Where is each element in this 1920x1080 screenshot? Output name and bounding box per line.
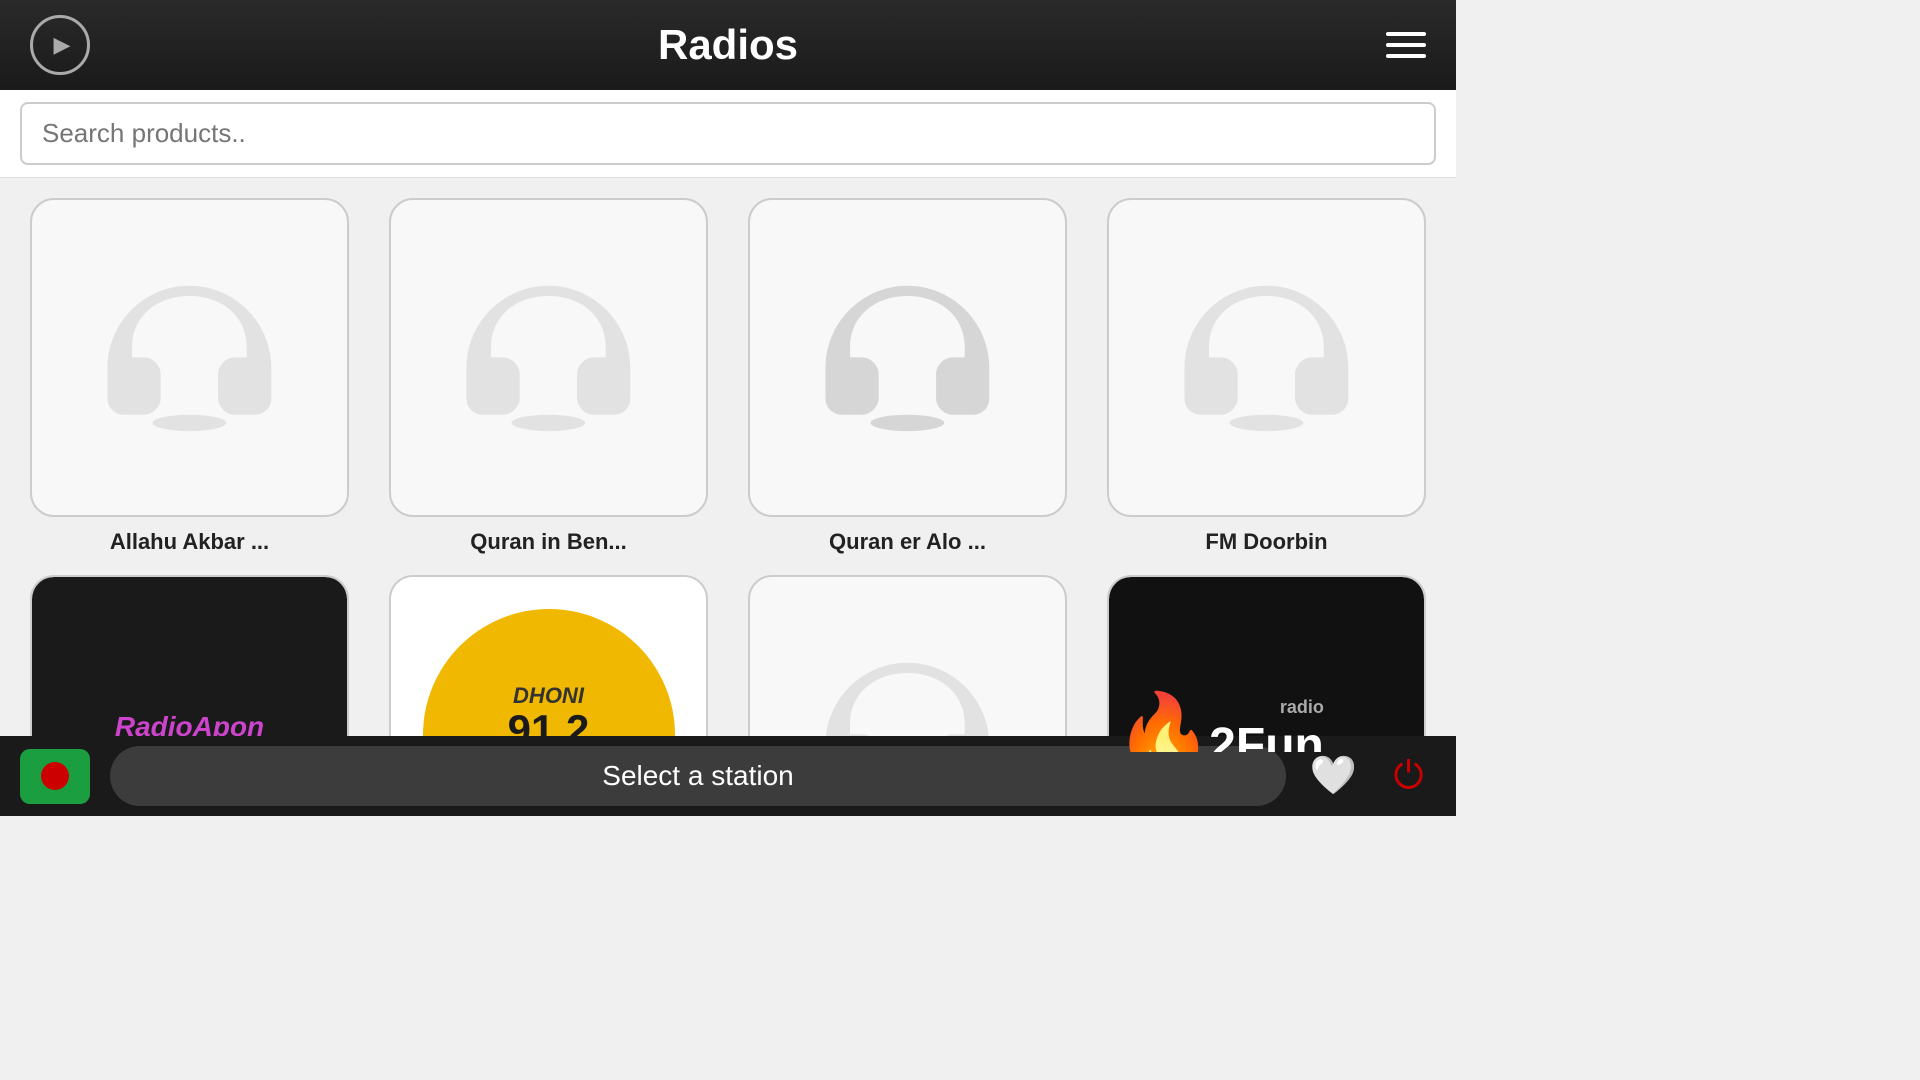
- 2fun-logo-text: radio2Fun: [1209, 697, 1324, 753]
- station-label: Quran in Ben...: [470, 529, 626, 555]
- station-grid: Allahu Akbar ... Quran in Ben... Quran e…: [0, 178, 1456, 752]
- station-fm-2fun[interactable]: 🔥 radio2Fun FM 2Fun: [1107, 575, 1426, 752]
- flag-circle: [41, 762, 69, 790]
- power-button[interactable]: ⏻: [1381, 749, 1436, 804]
- headphone-icon: [1164, 255, 1369, 460]
- station-quran-alo[interactable]: Quran er Alo ...: [748, 198, 1067, 555]
- station-dhoni[interactable]: DHONI 91.2 fm ਸੁਣੋ ਦਿਲ ਦੀ ਗੱਲ Dhoni 91.2…: [389, 575, 708, 752]
- headphone-icon: [805, 632, 1010, 752]
- station-image-online-gaan: [748, 575, 1067, 752]
- dhoni-logo: DHONI 91.2 fm ਸੁਣੋ ਦਿਲ ਦੀ ਗੱਲ: [423, 609, 675, 753]
- flame-icon: 🔥: [1114, 688, 1214, 753]
- headphone-icon: [805, 255, 1010, 460]
- station-image-dhoni: DHONI 91.2 fm ਸੁਣੋ ਦਿਲ ਦੀ ਗੱਲ: [389, 575, 708, 752]
- search-input[interactable]: [20, 102, 1436, 165]
- heart-icon: 🤍: [1310, 754, 1357, 798]
- station-image-fm-apon: RadioApon Bangla Online Radio: [30, 575, 349, 752]
- power-icon: ⏻: [1393, 755, 1423, 798]
- headphone-icon: [446, 255, 651, 460]
- select-station-label[interactable]: Select a station: [110, 746, 1286, 806]
- station-label: Quran er Alo ...: [829, 529, 986, 555]
- menu-button[interactable]: [1386, 32, 1426, 58]
- station-fm-apon[interactable]: RadioApon Bangla Online Radio FM Apon: [30, 575, 349, 752]
- station-online-gaan[interactable]: Online Gaan ...: [748, 575, 1067, 752]
- station-image-fm-2fun: 🔥 radio2Fun: [1107, 575, 1426, 752]
- station-allahu-akbar[interactable]: Allahu Akbar ...: [30, 198, 349, 555]
- station-image-allahu-akbar: [30, 198, 349, 517]
- station-label: Allahu Akbar ...: [110, 529, 269, 555]
- station-label: FM Doorbin: [1205, 529, 1327, 555]
- station-image-quran-alo: [748, 198, 1067, 517]
- app-title: Radios: [658, 21, 798, 69]
- header: Radios: [0, 0, 1456, 90]
- station-image-fm-doorbin: [1107, 198, 1426, 517]
- station-image-quran-ben: [389, 198, 708, 517]
- station-fm-doorbin[interactable]: FM Doorbin: [1107, 198, 1426, 555]
- headphone-icon: [87, 255, 292, 460]
- flag-button[interactable]: [20, 749, 90, 804]
- favorites-button[interactable]: 🤍: [1306, 749, 1361, 804]
- search-bar: [0, 90, 1456, 178]
- station-quran-ben[interactable]: Quran in Ben...: [389, 198, 708, 555]
- play-button[interactable]: [30, 15, 90, 75]
